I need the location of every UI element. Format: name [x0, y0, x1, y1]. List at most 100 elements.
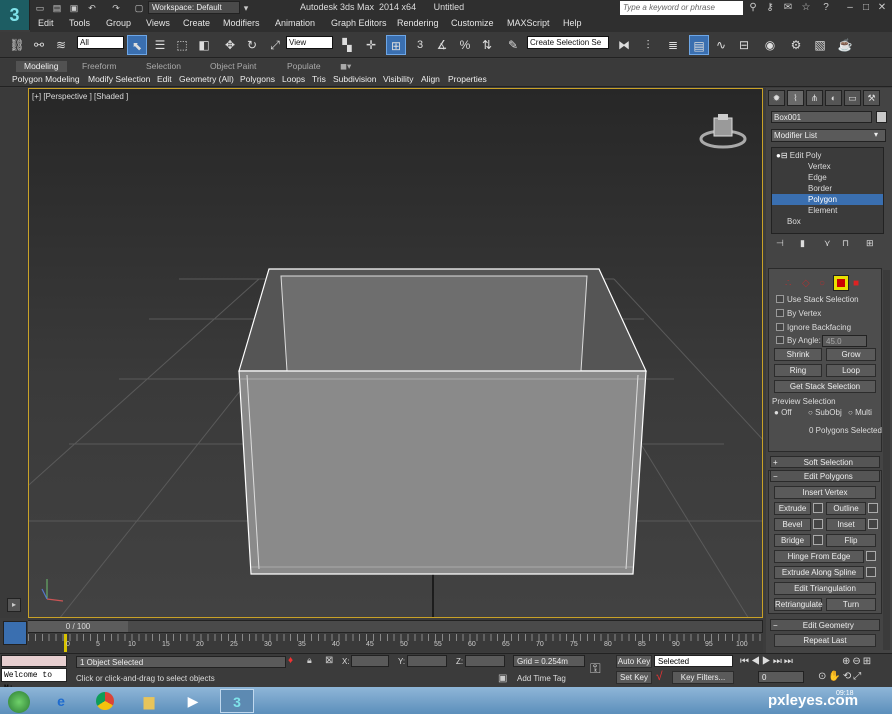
modify-panel-icon[interactable]: ⌇	[787, 90, 804, 106]
expand-ribbon-icon[interactable]: ▸	[7, 598, 21, 612]
z-coordinate-field[interactable]	[465, 655, 505, 667]
by-angle-checkbox[interactable]: By Angle:	[776, 336, 821, 345]
menu-rendering[interactable]: Rendering	[397, 18, 439, 28]
turn-button[interactable]: Turn	[826, 598, 876, 611]
extrude-settings-icon[interactable]	[813, 503, 823, 513]
maxscript-listener[interactable]: Welcome to M:	[1, 668, 67, 693]
undo-icon[interactable]: ↶	[86, 2, 98, 14]
absolute-mode-icon[interactable]: ⊠	[325, 655, 333, 666]
keyboard-shortcut-override-icon[interactable]: ⊞	[386, 35, 406, 55]
spinner-snap-icon[interactable]: ⇅	[477, 35, 497, 55]
by-vertex-checkbox[interactable]: By Vertex	[776, 309, 821, 318]
ribbon-edit[interactable]: Edit	[157, 74, 172, 84]
tab-freeform[interactable]: Freeform	[82, 61, 116, 72]
mirror-icon[interactable]: ⧓	[614, 35, 634, 55]
ribbon-align[interactable]: Align	[421, 74, 440, 84]
edit-named-selection-icon[interactable]: ✎	[503, 35, 523, 55]
reference-coord-dropdown[interactable]: View	[286, 36, 333, 49]
modifier-list-dropdown[interactable]: Modifier List	[771, 129, 886, 142]
menu-tools[interactable]: Tools	[69, 18, 90, 28]
selection-lock-icon[interactable]: 🔒︎	[307, 655, 312, 666]
vertex-mode-icon[interactable]: ∴	[785, 278, 791, 289]
preview-subobj-radio[interactable]: ○ SubObj	[808, 408, 842, 417]
ribbon-subdivision[interactable]: Subdivision	[333, 74, 376, 84]
viewport-nav-controls[interactable]: ⊕⊖⊞	[842, 656, 873, 667]
object-color-swatch[interactable]	[876, 111, 887, 123]
ribbon-geometry-all[interactable]: Geometry (All)	[179, 74, 234, 84]
border-mode-icon[interactable]: ○	[819, 278, 825, 289]
repeat-last-button[interactable]: Repeat Last	[774, 634, 876, 647]
preview-off-radio[interactable]: ● Off	[774, 408, 792, 417]
flip-button[interactable]: Flip	[826, 534, 876, 547]
edge-mode-icon[interactable]: ◇	[802, 278, 810, 289]
extrude-along-spline-button[interactable]: Extrude Along Spline	[774, 566, 864, 579]
ribbon-visibility[interactable]: Visibility	[383, 74, 414, 84]
select-and-link-icon[interactable]: ⛓	[7, 35, 27, 55]
workspace-dropdown[interactable]: Workspace: Default	[148, 1, 240, 14]
isolate-selection-icon[interactable]: ♦	[288, 655, 293, 666]
extrude-along-spline-settings-icon[interactable]	[866, 567, 876, 577]
key-filters-button[interactable]: Key Filters...	[672, 671, 734, 684]
viewcube-icon[interactable]	[698, 112, 748, 152]
stack-item-vertex[interactable]: Vertex	[772, 161, 883, 172]
chevron-down-icon[interactable]: ▾	[874, 130, 878, 139]
tab-populate[interactable]: Populate	[287, 61, 321, 72]
retriangulate-button[interactable]: Retriangulate	[774, 598, 823, 611]
tab-object-paint[interactable]: Object Paint	[210, 61, 256, 72]
configure-modifier-sets-icon[interactable]: ⊞	[866, 238, 874, 249]
bind-to-space-warp-icon[interactable]: ≋	[51, 35, 71, 55]
material-editor-icon[interactable]: ◉	[760, 35, 780, 55]
bevel-settings-icon[interactable]	[813, 519, 823, 529]
hinge-from-edge-button[interactable]: Hinge From Edge	[774, 550, 864, 563]
frame-counter[interactable]: 0 / 100	[28, 621, 128, 632]
track-bar[interactable]	[28, 634, 763, 652]
ribbon-loops[interactable]: Loops	[282, 74, 305, 84]
chrome-icon[interactable]	[88, 689, 122, 713]
x-coordinate-field[interactable]	[351, 655, 389, 667]
tab-modeling[interactable]: Modeling	[16, 61, 67, 72]
display-panel-icon[interactable]: ▭	[844, 90, 861, 106]
time-slider[interactable]	[28, 620, 763, 633]
edit-polygons-rollout-header[interactable]: − Edit Polygons	[770, 470, 880, 482]
search-input[interactable]: Type a keyword or phrase	[620, 1, 743, 15]
subscription-icon[interactable]: ⚷	[762, 1, 778, 15]
ignore-backfacing-checkbox[interactable]: Ignore Backfacing	[776, 323, 851, 332]
command-panel-scrollbar[interactable]	[883, 270, 890, 650]
select-and-scale-icon[interactable]: ⤢	[265, 35, 285, 55]
grow-button[interactable]: Grow	[826, 348, 876, 361]
hinge-settings-icon[interactable]	[866, 551, 876, 561]
stack-item-edge[interactable]: Edge	[772, 172, 883, 183]
select-and-manipulate-icon[interactable]: ✛	[361, 35, 381, 55]
soft-selection-rollout-header[interactable]: + Soft Selection	[770, 456, 880, 468]
key-icon[interactable]: ⚿	[590, 660, 601, 677]
3ds-max-task-icon[interactable]: 3	[220, 689, 254, 713]
tab-selection[interactable]: Selection	[146, 61, 181, 72]
viewport-nav-controls-2[interactable]: ⊙✋⟲⤢	[818, 671, 863, 682]
angle-snap-icon[interactable]: ∡	[432, 35, 452, 55]
media-player-icon[interactable]: ▶	[176, 689, 210, 713]
make-unique-icon[interactable]: ⋎	[824, 238, 831, 249]
quick-access-dropdown-icon[interactable]: ▾	[240, 2, 252, 14]
menu-help[interactable]: Help	[563, 18, 582, 28]
time-tag-icon[interactable]: ▣	[498, 673, 507, 684]
inset-button[interactable]: Inset	[826, 518, 866, 531]
select-by-name-icon[interactable]: ☰	[150, 35, 170, 55]
ribbon-properties[interactable]: Properties	[448, 74, 487, 84]
outline-settings-icon[interactable]	[868, 503, 878, 513]
ribbon-polygon-modeling[interactable]: Polygon Modeling	[12, 74, 80, 84]
internet-explorer-icon[interactable]: e	[44, 689, 78, 713]
bridge-settings-icon[interactable]	[813, 535, 823, 545]
bridge-button[interactable]: Bridge	[774, 534, 811, 547]
app-logo[interactable]: 3	[0, 0, 30, 30]
render-production-icon[interactable]: ☕	[835, 35, 855, 55]
outline-button[interactable]: Outline	[826, 502, 866, 515]
select-object-icon[interactable]: ⬉	[127, 35, 147, 55]
menu-animation[interactable]: Animation	[275, 18, 315, 28]
search-icon[interactable]: ⚲	[745, 1, 761, 15]
set-key-button[interactable]: Set Key	[616, 671, 652, 684]
perspective-viewport[interactable]	[28, 88, 763, 618]
maxscript-output[interactable]	[1, 655, 67, 667]
menu-create[interactable]: Create	[183, 18, 210, 28]
ribbon-polygons[interactable]: Polygons	[240, 74, 275, 84]
schematic-view-icon[interactable]: ⊟	[734, 35, 754, 55]
